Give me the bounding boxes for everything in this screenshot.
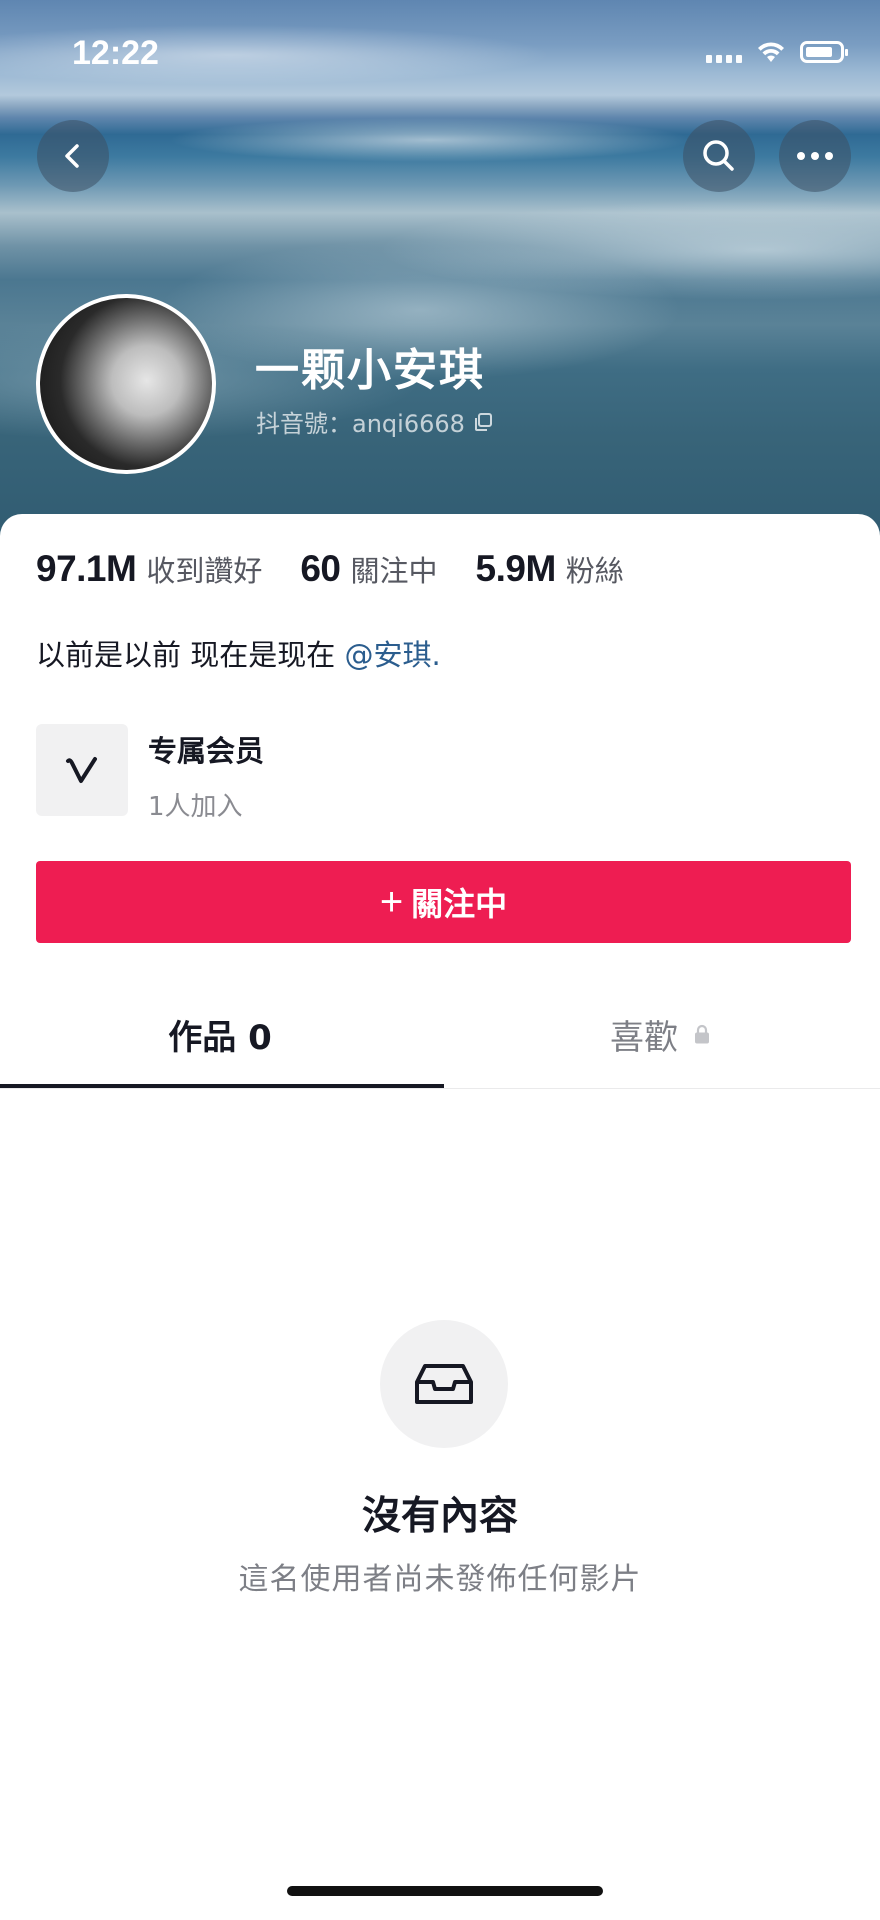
search-button[interactable] xyxy=(683,120,755,192)
stat-value: 60 xyxy=(300,548,341,589)
membership-text: 专属会员 1人加入 xyxy=(148,724,264,823)
lock-icon xyxy=(695,1024,709,1044)
stats-row: 97.1M 收到讚好 60 關注中 5.9M 粉絲 xyxy=(36,548,662,590)
status-icons xyxy=(706,40,848,64)
bio-text: 以前是以前 现在是现在 xyxy=(36,638,345,672)
bio-mention-link[interactable]: @安琪 xyxy=(344,638,431,672)
search-icon xyxy=(703,140,734,171)
follow-button-label: 關注中 xyxy=(411,886,508,922)
profile-name: 一颗小安琪 xyxy=(255,345,485,396)
profile-id-row[interactable]: 抖音號：anqi6668 xyxy=(256,404,493,439)
tab-works[interactable]: 作品 0 xyxy=(0,984,440,1084)
avatar[interactable] xyxy=(36,294,216,474)
back-chevron-icon xyxy=(65,144,79,168)
battery-icon xyxy=(800,41,848,63)
bio: 以前是以前 现在是现在 @安琪. xyxy=(36,632,441,674)
more-icon xyxy=(797,152,833,160)
empty-state-subtitle: 這名使用者尚未發佈任何影片 xyxy=(238,1562,642,1597)
tab-works-label: 作品 0 xyxy=(168,1017,272,1058)
plus-icon: + xyxy=(379,880,404,924)
tab-likes[interactable]: 喜歡 xyxy=(440,984,880,1084)
stat-label: 粉絲 xyxy=(565,554,624,588)
status-time: 12:22 xyxy=(72,34,159,72)
membership-icon-box xyxy=(36,724,128,816)
content-tabs: 作品 0 喜歡 xyxy=(0,984,880,1089)
empty-state-icon-circle xyxy=(380,1320,508,1448)
status-bar: 12:22 xyxy=(0,0,880,110)
stat-value: 97.1M xyxy=(36,548,137,589)
signal-icon xyxy=(706,41,742,63)
stat-value: 5.9M xyxy=(475,548,557,589)
empty-state-title: 沒有內容 xyxy=(361,1494,518,1539)
bio-suffix: . xyxy=(431,638,441,672)
membership-title: 专属会员 xyxy=(148,734,265,768)
stat-following[interactable]: 60 關注中 xyxy=(300,548,437,590)
home-indicator[interactable] xyxy=(287,1886,603,1896)
active-tab-indicator xyxy=(0,1084,444,1088)
profile-card: 97.1M 收到讚好 60 關注中 5.9M 粉絲 以前是以前 现在是现在 @安… xyxy=(0,514,880,1920)
membership-row[interactable]: 专属会员 1人加入 xyxy=(36,724,264,823)
membership-v-icon xyxy=(66,757,97,783)
wifi-icon xyxy=(758,42,784,62)
profile-id: 抖音號：anqi6668 xyxy=(256,410,465,438)
stat-followers[interactable]: 5.9M 粉絲 xyxy=(476,548,624,590)
more-button[interactable] xyxy=(779,120,851,192)
stat-label: 收到讚好 xyxy=(146,554,263,588)
stat-likes[interactable]: 97.1M 收到讚好 xyxy=(36,548,262,590)
back-button[interactable] xyxy=(37,120,109,192)
inbox-tray-icon xyxy=(415,1364,473,1404)
follow-button[interactable]: + 關注中 xyxy=(36,861,851,943)
tab-likes-label: 喜歡 xyxy=(610,1017,678,1058)
membership-subtitle: 1人加入 xyxy=(148,792,243,822)
stat-label: 關注中 xyxy=(350,554,438,588)
copy-icon[interactable] xyxy=(473,412,493,432)
